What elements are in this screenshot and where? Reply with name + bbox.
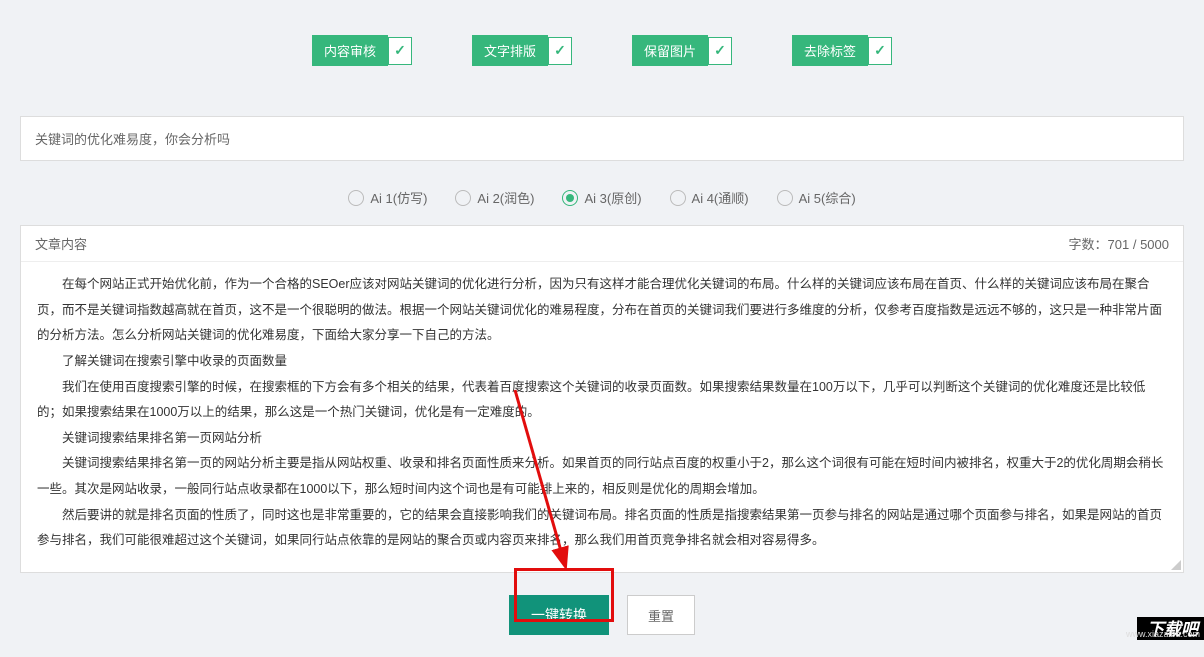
top-options-row: 内容审核 ✓ 文字排版 ✓ 保留图片 ✓ 去除标签 ✓ bbox=[0, 0, 1204, 116]
option-text-layout[interactable]: 文字排版 ✓ bbox=[472, 35, 572, 66]
radio-icon bbox=[777, 190, 793, 206]
radio-icon bbox=[670, 190, 686, 206]
option-content-review[interactable]: 内容审核 ✓ bbox=[312, 35, 412, 66]
radio-ai1[interactable]: Ai 1(仿写) bbox=[348, 188, 427, 207]
resize-handle-icon[interactable] bbox=[1171, 560, 1181, 570]
option-remove-tags[interactable]: 去除标签 ✓ bbox=[792, 35, 892, 66]
content-section: 文章内容 字数：701 / 5000 在每个网站正式开始优化前，作为一个合格的S… bbox=[20, 225, 1184, 573]
title-input[interactable]: 关键词的优化难易度，你会分析吗 bbox=[20, 116, 1184, 161]
paragraph: 关键词搜索结果排名第一页网站分析 bbox=[37, 426, 1167, 452]
reset-button[interactable]: 重置 bbox=[627, 595, 695, 635]
ai-mode-radios: Ai 1(仿写) Ai 2(润色) Ai 3(原创) Ai 4(通顺) Ai 5… bbox=[0, 176, 1204, 225]
paragraph: 了解关键词在搜索引擎中收录的页面数量 bbox=[37, 349, 1167, 375]
content-header: 文章内容 字数：701 / 5000 bbox=[21, 226, 1183, 262]
check-icon: ✓ bbox=[388, 37, 412, 65]
paragraph: 在每个网站正式开始优化前，作为一个合格的SEOer应该对网站关键词的优化进行分析… bbox=[37, 272, 1167, 349]
option-keep-images[interactable]: 保留图片 ✓ bbox=[632, 35, 732, 66]
watermark-url: www.xiazaiba.com bbox=[1122, 628, 1204, 640]
radio-ai3[interactable]: Ai 3(原创) bbox=[562, 188, 641, 207]
word-counter: 字数：701 / 5000 bbox=[1069, 234, 1169, 253]
check-icon: ✓ bbox=[548, 37, 572, 65]
option-label: 文字排版 bbox=[472, 35, 548, 66]
radio-icon bbox=[562, 190, 578, 206]
option-label: 去除标签 bbox=[792, 35, 868, 66]
radio-label: Ai 2(润色) bbox=[477, 188, 534, 207]
content-textarea[interactable]: 在每个网站正式开始优化前，作为一个合格的SEOer应该对网站关键词的优化进行分析… bbox=[21, 262, 1183, 572]
radio-label: Ai 1(仿写) bbox=[370, 188, 427, 207]
radio-ai5[interactable]: Ai 5(综合) bbox=[777, 188, 856, 207]
radio-icon bbox=[455, 190, 471, 206]
content-label: 文章内容 bbox=[35, 234, 87, 253]
option-label: 内容审核 bbox=[312, 35, 388, 66]
radio-label: Ai 5(综合) bbox=[799, 188, 856, 207]
radio-ai2[interactable]: Ai 2(润色) bbox=[455, 188, 534, 207]
paragraph: 我们在使用百度搜索引擎的时候，在搜索框的下方会有多个相关的结果，代表着百度搜索这… bbox=[37, 375, 1167, 426]
convert-button[interactable]: 一键转换 bbox=[509, 595, 609, 635]
check-icon: ✓ bbox=[868, 37, 892, 65]
check-icon: ✓ bbox=[708, 37, 732, 65]
radio-label: Ai 4(通顺) bbox=[692, 188, 749, 207]
option-label: 保留图片 bbox=[632, 35, 708, 66]
radio-icon bbox=[348, 190, 364, 206]
action-row: 一键转换 重置 bbox=[0, 573, 1204, 657]
radio-ai4[interactable]: Ai 4(通顺) bbox=[670, 188, 749, 207]
radio-label: Ai 3(原创) bbox=[584, 188, 641, 207]
paragraph: 关键词搜索结果排名第一页的网站分析主要是指从网站权重、收录和排名页面性质来分析。… bbox=[37, 451, 1167, 502]
paragraph: 然后要讲的就是排名页面的性质了，同时这也是非常重要的，它的结果会直接影响我们的关… bbox=[37, 503, 1167, 554]
